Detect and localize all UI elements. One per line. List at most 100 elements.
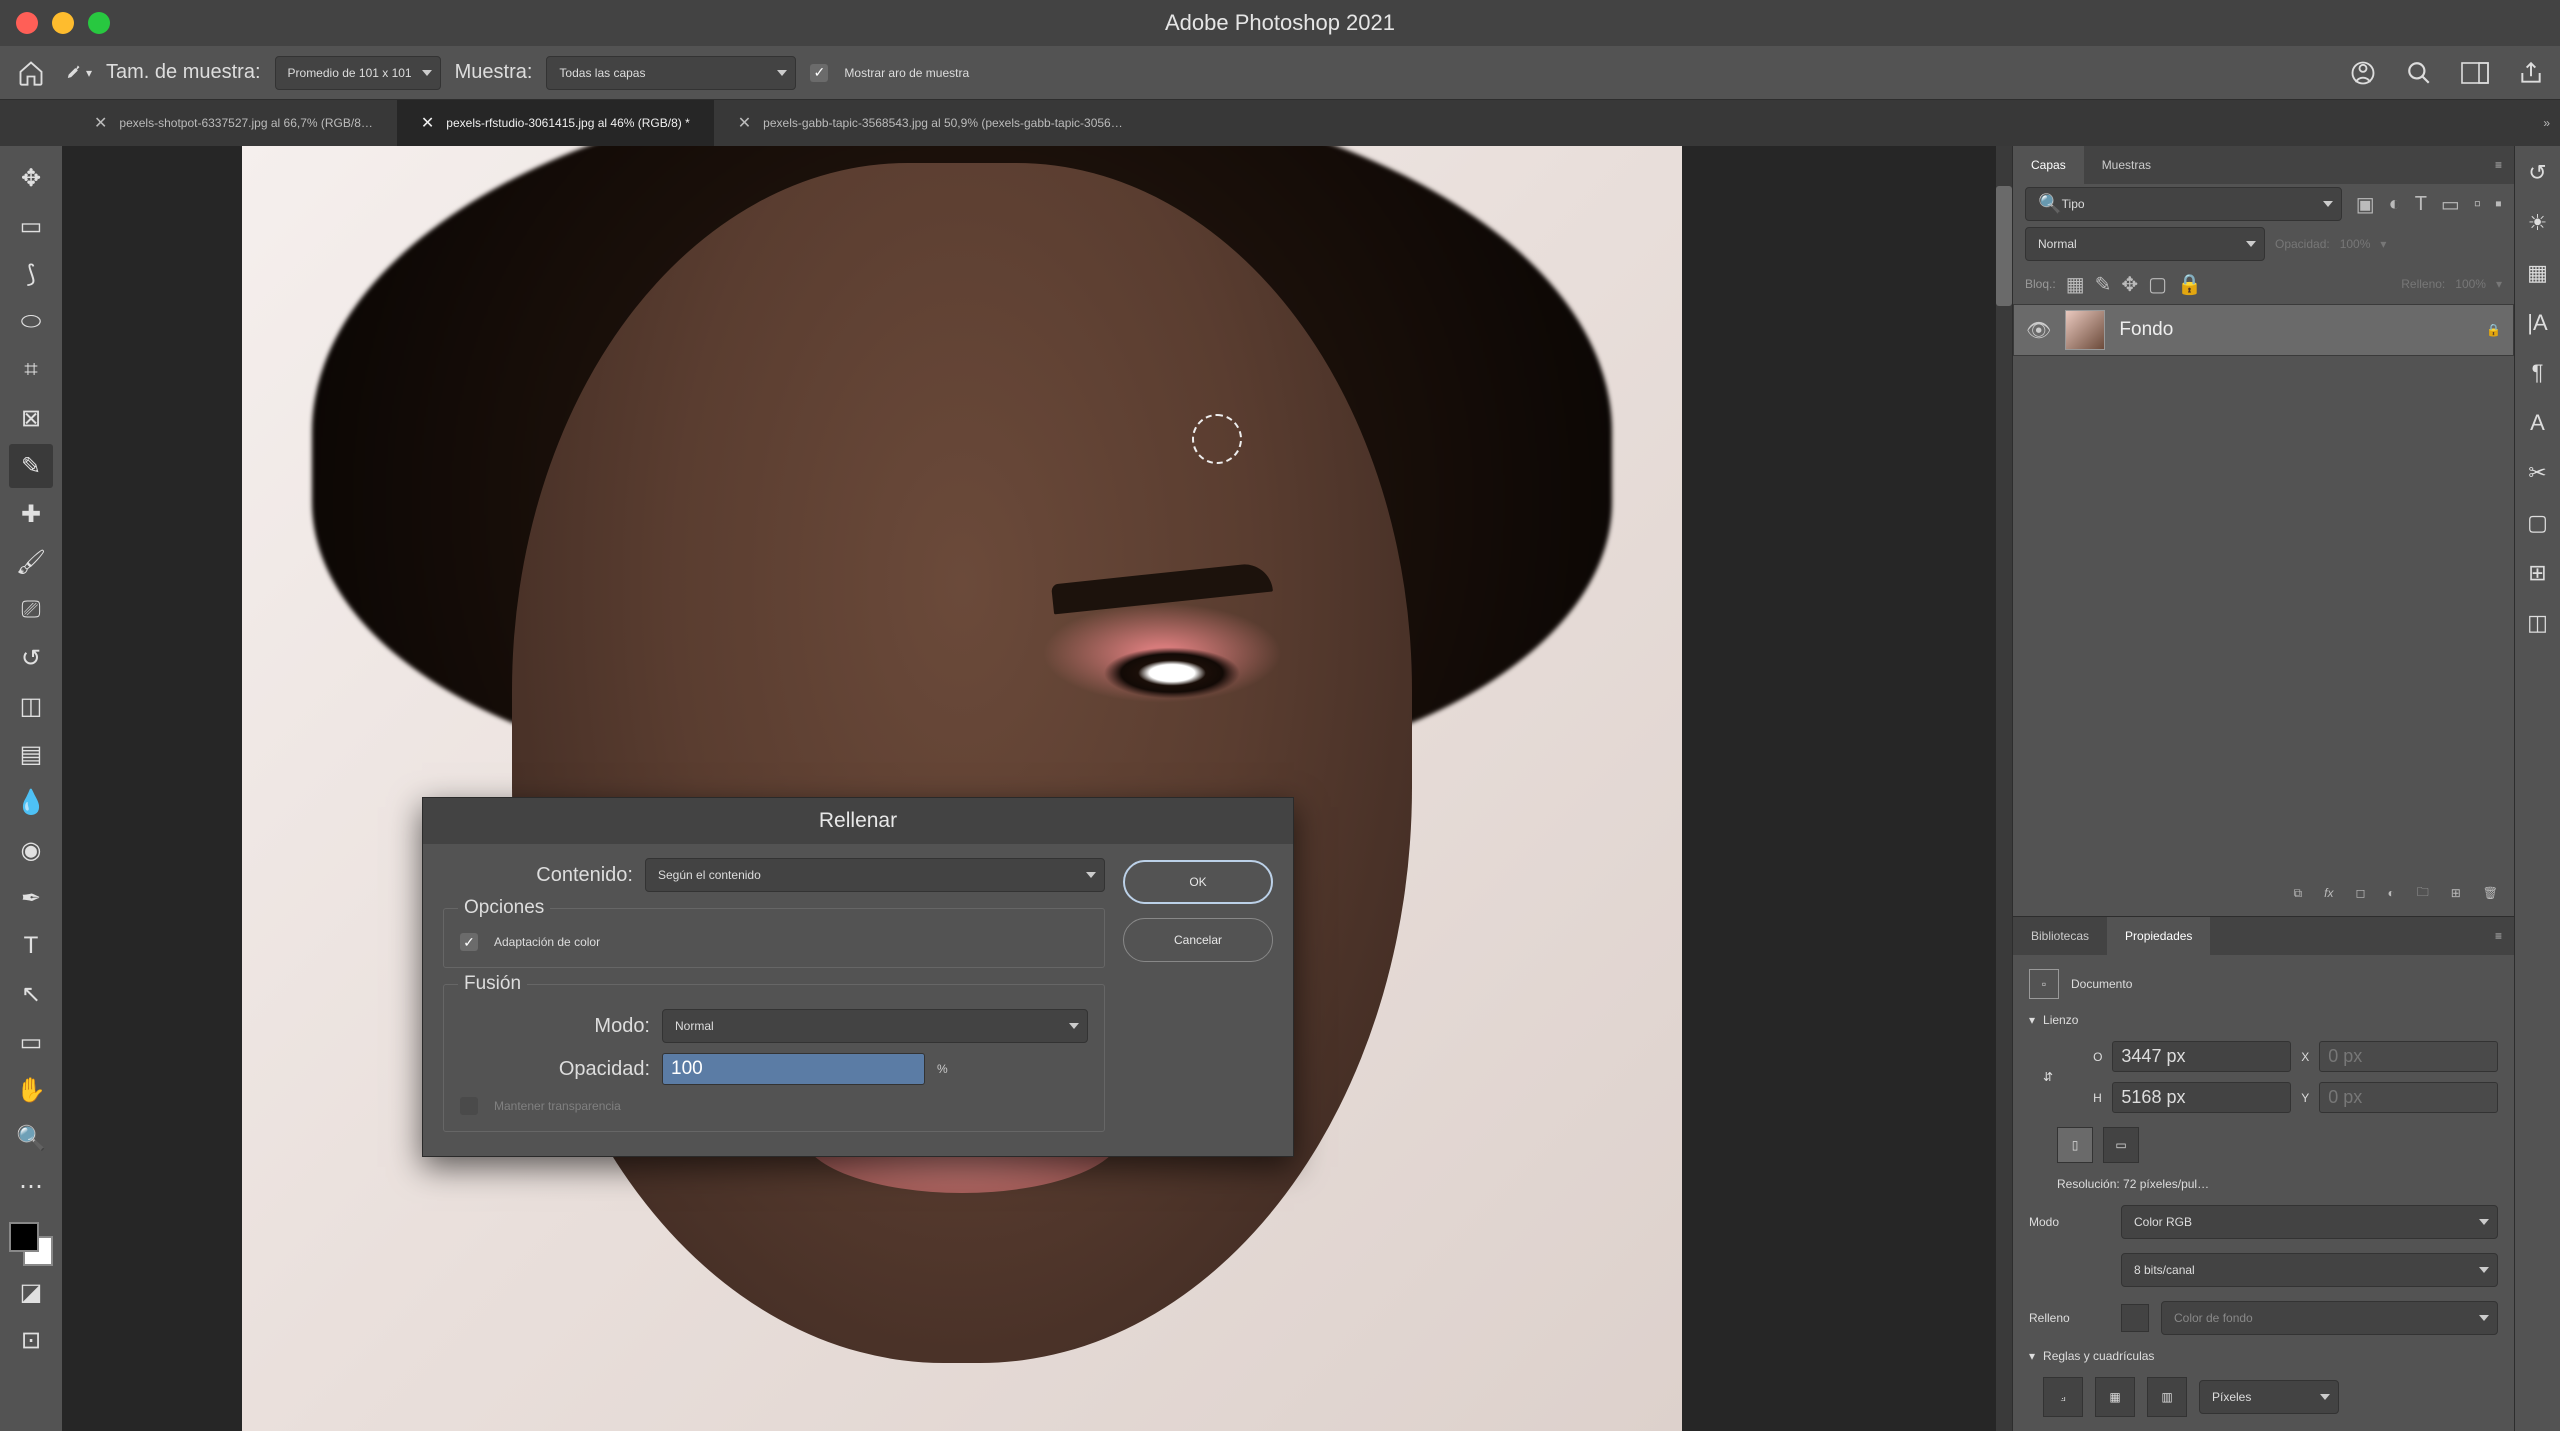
zoom-tool[interactable]: 🔍 [9, 1116, 53, 1160]
close-icon[interactable]: ✕ [94, 113, 107, 133]
eraser-tool[interactable]: ◫ [9, 684, 53, 728]
tab-swatches[interactable]: Muestras [2084, 146, 2169, 184]
window-zoom[interactable] [88, 12, 110, 34]
layer-thumbnail[interactable] [2065, 310, 2105, 350]
close-icon[interactable]: ✕ [421, 113, 434, 133]
adjust-icon[interactable]: ☀ [2528, 210, 2548, 236]
window-minimize[interactable] [52, 12, 74, 34]
shape-tool[interactable]: ▭ [9, 1020, 53, 1064]
tab-libraries[interactable]: Bibliotecas [2013, 917, 2107, 955]
filter-type-icon[interactable]: T [2415, 193, 2427, 216]
character-icon[interactable]: A [2530, 410, 2545, 436]
layer-row-background[interactable]: 👁 Fondo 🔒 [2013, 304, 2514, 356]
brush-tool[interactable]: 🖌 [9, 540, 53, 584]
type-tool[interactable]: T [9, 924, 53, 968]
ruler-units-dropdown[interactable]: Píxeles [2199, 1380, 2339, 1414]
filter-smart-icon[interactable]: ▫ [2474, 193, 2481, 216]
home-icon[interactable] [14, 56, 48, 90]
screenmode-icon[interactable]: ⊡ [9, 1318, 53, 1362]
navigator-icon[interactable]: ▢ [2527, 510, 2548, 536]
content-dropdown[interactable]: Según el contenido [645, 858, 1105, 892]
filter-toggle-icon[interactable]: ▪ [2495, 193, 2502, 216]
paragraph-icon[interactable]: ¶ [2532, 360, 2544, 386]
lock-icon[interactable]: 🔒 [2486, 323, 2501, 337]
filter-pixel-icon[interactable]: ▣ [2356, 192, 2375, 217]
fill-color-dropdown[interactable]: Color de fondo [2161, 1301, 2498, 1335]
adjustment-icon[interactable]: ◐ [2387, 886, 2394, 900]
width-input[interactable] [2112, 1041, 2291, 1072]
height-input[interactable] [2112, 1082, 2291, 1113]
ok-button[interactable]: OK [1123, 860, 1273, 904]
window-close[interactable] [16, 12, 38, 34]
canvas-scrollbar[interactable] [1996, 146, 2012, 1431]
heal-tool[interactable]: ✚ [9, 492, 53, 536]
path-select-tool[interactable]: ↖ [9, 972, 53, 1016]
tab-properties[interactable]: Propiedades [2107, 917, 2210, 955]
new-layer-icon[interactable]: ⊞ [2451, 886, 2461, 900]
ruler-icon[interactable]: ⟓ [2043, 1377, 2083, 1417]
canvas-section-toggle[interactable]: ▾ Lienzo [2029, 1013, 2498, 1027]
filter-adjust-icon[interactable]: ◐ [2389, 193, 2401, 216]
history-brush-tool[interactable]: ↺ [9, 636, 53, 680]
sample-size-dropdown[interactable]: Promedio de 101 x 101 [275, 56, 441, 90]
actions-icon[interactable]: ✂ [2528, 460, 2546, 486]
quick-select-tool[interactable]: ⬭ [9, 300, 53, 344]
stamp-tool[interactable]: ⎚ [9, 588, 53, 632]
history-icon[interactable]: ↺ [2528, 160, 2546, 186]
tab-layers[interactable]: Capas [2013, 146, 2084, 184]
visibility-icon[interactable]: 👁 [2026, 318, 2051, 343]
color-mode-dropdown[interactable]: Color RGB [2121, 1205, 2498, 1239]
gradient-tool[interactable]: ▤ [9, 732, 53, 776]
guides-icon[interactable]: ▥ [2147, 1377, 2187, 1417]
orient-portrait-button[interactable]: ▯ [2057, 1127, 2093, 1163]
close-icon[interactable]: ✕ [738, 113, 751, 133]
more-tool[interactable]: ⋯ [9, 1164, 53, 1208]
doc-tab-2[interactable]: ✕ pexels-gabb-tapic-3568543.jpg al 50,9%… [714, 100, 1147, 146]
mask-icon[interactable]: ◻ [2355, 886, 2365, 900]
lock-move-icon[interactable]: ✥ [2121, 272, 2138, 297]
grid-icon[interactable]: ▦ [2095, 1377, 2135, 1417]
document-canvas[interactable] [242, 146, 1682, 1431]
blur-tool[interactable]: 💧 [9, 780, 53, 824]
fx-icon[interactable]: fx [2324, 886, 2333, 900]
swatches-icon[interactable]: ▦ [2527, 260, 2548, 286]
panel-menu-icon[interactable]: ≡ [2483, 917, 2514, 955]
frame-tool[interactable]: ⊠ [9, 396, 53, 440]
tool-eyedropper-preset[interactable]: ▾ [62, 58, 92, 88]
lock-all-icon[interactable]: 🔒 [2177, 272, 2202, 297]
dodge-tool[interactable]: ◉ [9, 828, 53, 872]
info-icon[interactable]: ⊞ [2528, 560, 2546, 586]
link-layers-icon[interactable]: ⧉ [2294, 886, 2303, 901]
doc-tab-1[interactable]: ✕ pexels-rfstudio-3061415.jpg al 46% (RG… [397, 100, 714, 146]
layer-filter-kind[interactable]: 🔍 Tipo [2025, 187, 2342, 221]
cancel-button[interactable]: Cancelar [1123, 918, 1273, 962]
cloud-icon[interactable] [2348, 58, 2378, 88]
share-icon[interactable] [2516, 58, 2546, 88]
rulers-section-toggle[interactable]: ▾ Reglas y cuadrículas [2029, 1349, 2498, 1363]
fill-swatch[interactable] [2121, 1304, 2149, 1332]
sample-dropdown[interactable]: Todas las capas [546, 56, 796, 90]
glyphs-icon[interactable]: |A [2527, 310, 2547, 336]
orient-landscape-button[interactable]: ▭ [2103, 1127, 2139, 1163]
mode-dropdown[interactable]: Normal [662, 1009, 1088, 1043]
show-ring-checkbox[interactable]: Mostrar aro de muestra [810, 64, 969, 82]
lock-pixels-icon[interactable]: ▦ [2066, 272, 2085, 297]
move-tool[interactable]: ✥ [9, 156, 53, 200]
group-icon[interactable]: 🗀 [2417, 883, 2429, 904]
filter-shape-icon[interactable]: ▭ [2441, 192, 2460, 217]
quickmask-icon[interactable]: ◪ [9, 1270, 53, 1314]
opacity-input[interactable] [662, 1053, 925, 1085]
pen-tool[interactable]: ✒ [9, 876, 53, 920]
doc-tab-0[interactable]: ✕ pexels-shotpot-6337527.jpg al 66,7% (R… [70, 100, 397, 146]
lasso-tool[interactable]: ⟆ [9, 252, 53, 296]
delete-icon[interactable]: 🗑 [2483, 886, 2498, 900]
lock-brush-icon[interactable]: ✎ [2095, 272, 2112, 297]
panel-menu-icon[interactable]: ≡ [2483, 146, 2514, 184]
color-adapt-checkbox[interactable]: Adaptación de color [460, 933, 1088, 951]
canvas-area[interactable]: Rellenar Contenido: Según el contenido O… [62, 146, 2012, 1431]
lock-artboard-icon[interactable]: ▢ [2148, 272, 2167, 297]
tabs-overflow-icon[interactable]: » [2543, 116, 2550, 130]
marquee-tool[interactable]: ▭ [9, 204, 53, 248]
styles-icon[interactable]: ◫ [2527, 610, 2548, 636]
eyedropper-tool[interactable]: ✎ [9, 444, 53, 488]
